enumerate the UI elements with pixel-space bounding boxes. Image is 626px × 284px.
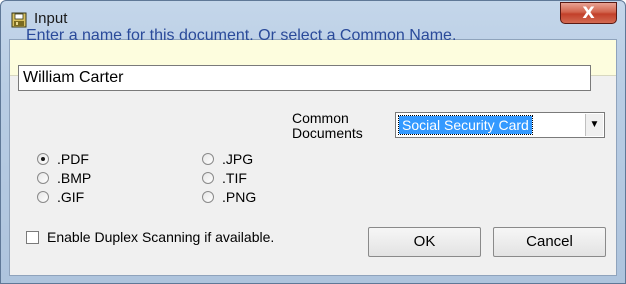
radio-gif[interactable]: .GIF [37, 189, 84, 205]
radio-bmp-indicator [37, 172, 49, 184]
chevron-down-icon[interactable]: ▼ [585, 114, 603, 136]
common-label-line2: Documents [292, 125, 363, 141]
radio-png-indicator [202, 191, 214, 203]
radio-jpg-indicator [202, 153, 214, 165]
ok-button[interactable]: OK [368, 227, 481, 257]
radio-jpg-label: .JPG [222, 151, 254, 167]
close-icon: X [582, 3, 595, 22]
common-documents-select[interactable]: Social Security Card ▼ [395, 112, 605, 138]
cancel-button[interactable]: Cancel [493, 227, 606, 257]
duplex-checkbox[interactable]: Enable Duplex Scanning if available. [26, 229, 274, 245]
radio-gif-label: .GIF [57, 189, 85, 205]
radio-pdf-label: .PDF [57, 151, 89, 167]
common-documents-value: Social Security Card [398, 115, 533, 135]
common-label-line1: Common [292, 110, 349, 126]
prompt-text: Enter a name for this document. Or selec… [26, 27, 457, 44]
radio-bmp[interactable]: .BMP [37, 170, 91, 186]
radio-gif-indicator [37, 191, 49, 203]
radio-pdf-indicator [37, 153, 49, 165]
document-name-input[interactable]: William Carter [18, 65, 591, 91]
radio-pdf[interactable]: .PDF [37, 151, 89, 167]
duplex-checkbox-box [26, 230, 39, 244]
radio-bmp-label: .BMP [57, 170, 92, 186]
radio-png-label: .PNG [222, 189, 257, 205]
radio-png[interactable]: .PNG [202, 189, 256, 205]
scanner-floppy-icon [11, 12, 27, 28]
window-title: Input [34, 10, 68, 27]
duplex-checkbox-label: Enable Duplex Scanning if available. [47, 229, 275, 245]
radio-tif-label: .TIF [222, 170, 247, 186]
input-dialog: Input X Enter a name for this document. … [0, 0, 626, 284]
radio-tif-indicator [202, 172, 214, 184]
radio-jpg[interactable]: .JPG [202, 151, 253, 167]
close-button[interactable]: X [560, 2, 617, 24]
radio-tif[interactable]: .TIF [202, 170, 247, 186]
common-documents-label: Common Documents [292, 111, 363, 141]
